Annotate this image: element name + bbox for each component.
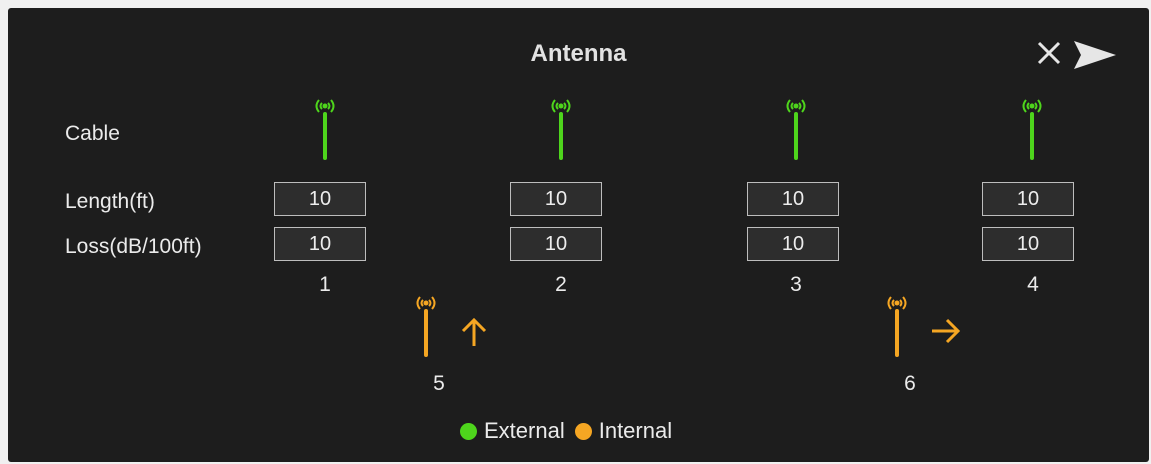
external-dot-icon [460, 422, 477, 440]
arrow-up-icon [461, 317, 487, 346]
legend-internal-label: Internal [598, 418, 673, 443]
antenna-number-5: 5 [433, 372, 445, 395]
length-input-2[interactable] [510, 182, 602, 216]
arrow-right-icon [932, 318, 961, 344]
external-antenna-icon [786, 99, 806, 160]
loss-input-3[interactable] [747, 227, 839, 261]
antenna-number-4: 4 [1027, 273, 1039, 296]
loss-input-4[interactable] [982, 227, 1074, 261]
antenna-panel: Antenna Cable Length(ft) Loss(dB/100ft) … [8, 8, 1149, 462]
external-antenna-icon [551, 99, 571, 160]
external-antenna-icon [315, 99, 335, 160]
internal-dot-icon [574, 422, 592, 440]
antenna-number-3: 3 [790, 273, 802, 296]
loss-input-1[interactable] [274, 227, 366, 261]
panel-title: Antenna [530, 40, 627, 67]
legend: External Internal [460, 418, 682, 444]
antenna-number-2: 2 [555, 273, 567, 296]
cable-label: Cable [65, 122, 120, 145]
internal-antenna-icon [887, 296, 907, 357]
external-antenna-icon [1022, 99, 1042, 160]
loss-label: Loss(dB/100ft) [65, 235, 202, 258]
legend-external: External [460, 418, 565, 444]
legend-external-label: External [484, 418, 565, 443]
length-input-1[interactable] [274, 182, 366, 216]
antenna-number-1: 1 [319, 273, 331, 296]
length-input-3[interactable] [747, 182, 839, 216]
internal-antenna-icon [416, 296, 436, 357]
close-icon[interactable] [1034, 38, 1064, 68]
length-label: Length(ft) [65, 190, 155, 213]
antenna-number-6: 6 [904, 372, 916, 395]
length-input-4[interactable] [982, 182, 1074, 216]
send-icon[interactable] [1072, 38, 1118, 72]
legend-internal: Internal [574, 418, 673, 444]
loss-input-2[interactable] [510, 227, 602, 261]
